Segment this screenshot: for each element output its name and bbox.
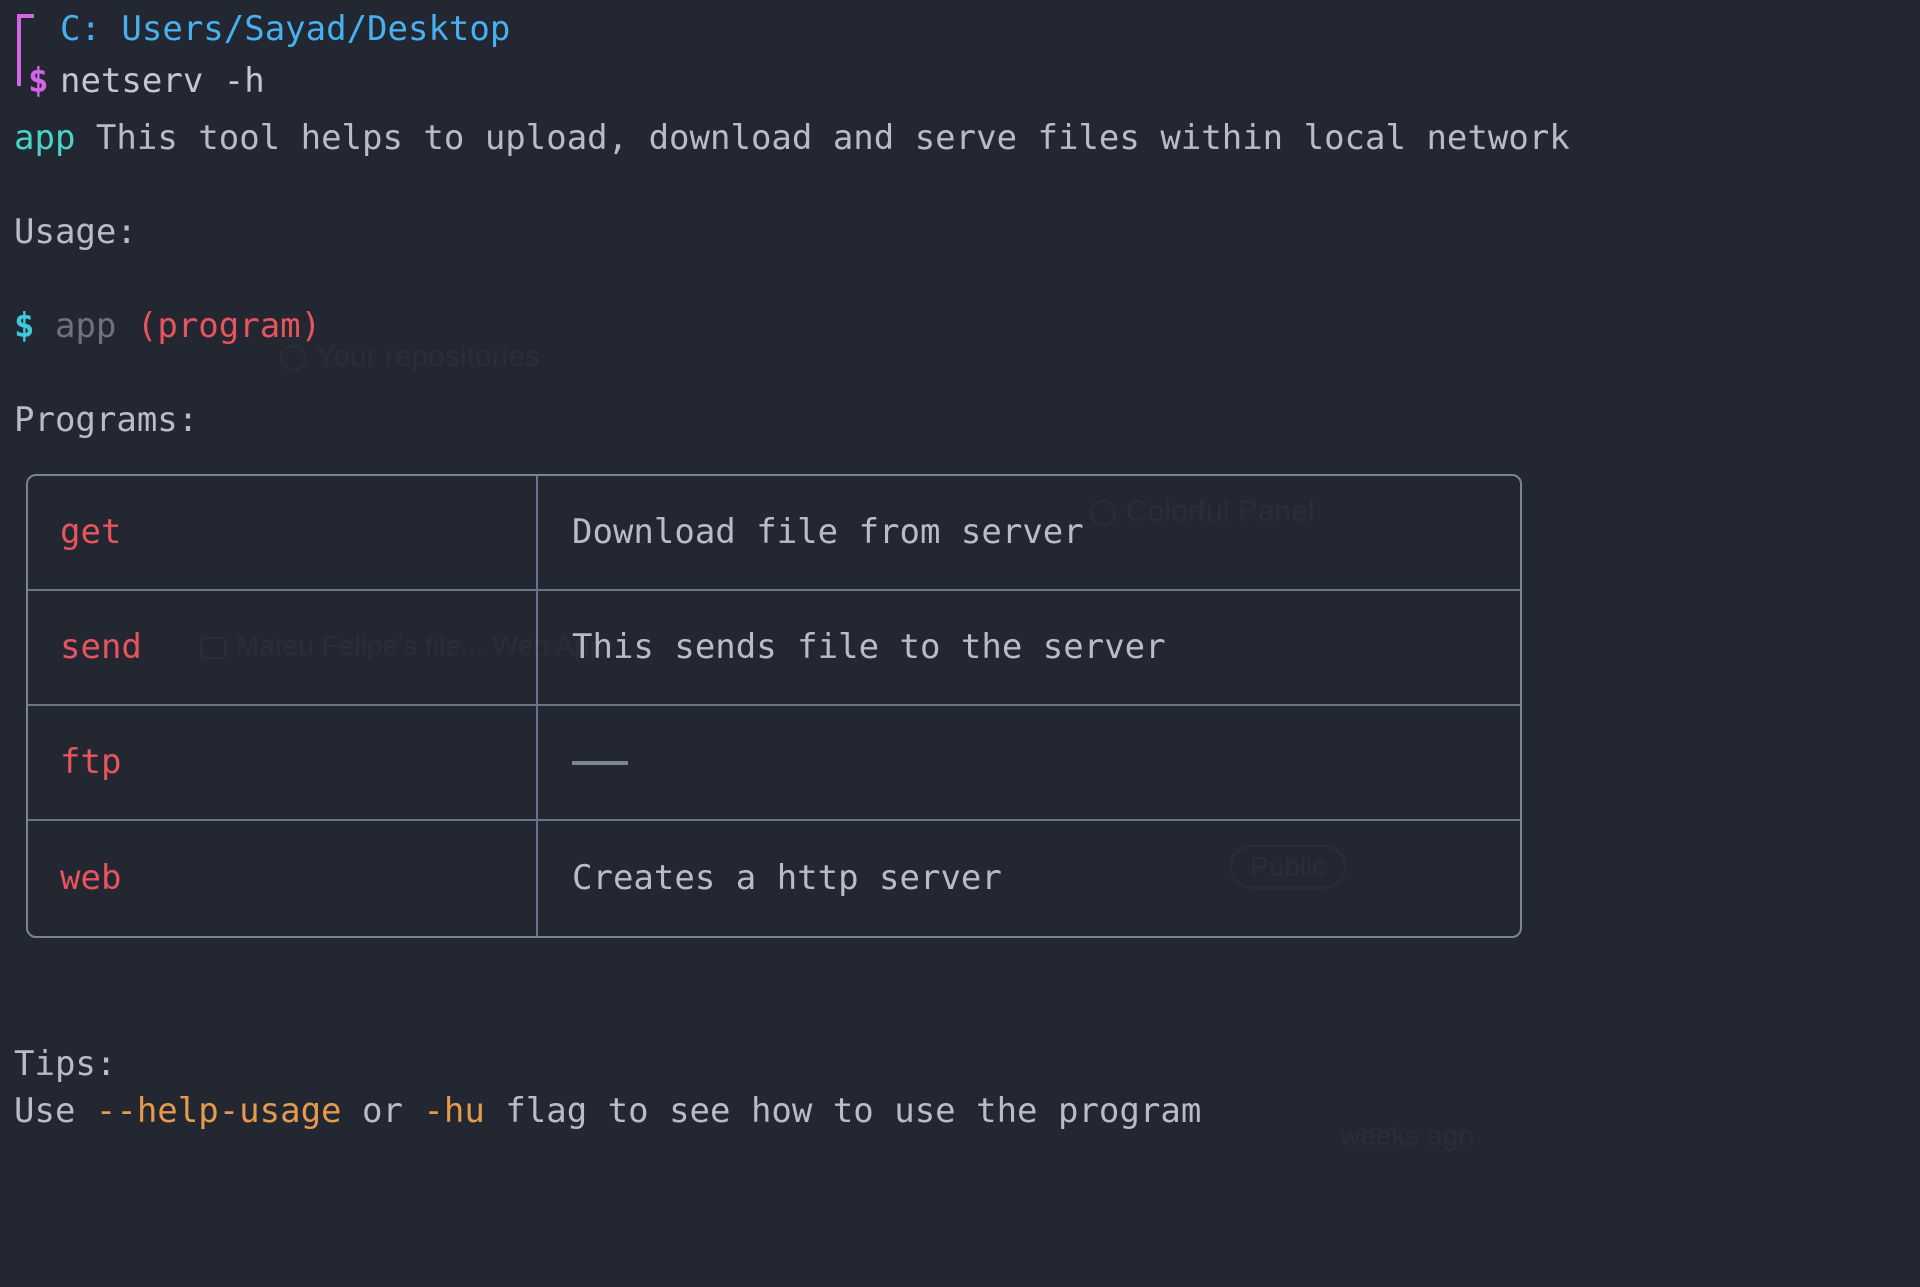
program-name-cell: web <box>28 821 538 936</box>
program-name-cell: send <box>28 591 538 704</box>
tip-or: or <box>341 1091 424 1131</box>
tip-prefix: Use <box>14 1091 96 1131</box>
usage-example-row: $ app (program) <box>0 303 1920 350</box>
prompt-command: netserv -h <box>60 61 265 101</box>
tip-flag-short: -hu <box>423 1091 485 1131</box>
table-row[interactable]: ftp <box>28 706 1520 821</box>
program-description-cell: This sends file to the server <box>572 627 1166 667</box>
table-row[interactable]: web Creates a http server <box>28 821 1520 936</box>
usage-program-token: (program) <box>136 306 322 346</box>
usage-app-token: app <box>54 306 117 346</box>
tagline-spacer <box>75 115 95 162</box>
app-name: app <box>14 118 76 158</box>
usage-gap-2 <box>116 303 136 350</box>
table-row[interactable]: get Download file from server <box>28 476 1520 591</box>
prompt-path: C: Users/Sayad/Desktop <box>60 8 511 49</box>
empty-description-dash-icon <box>572 760 628 765</box>
program-description-cell: Creates a http server <box>572 858 1002 898</box>
program-name: send <box>60 627 142 667</box>
program-description-cell: Download file from server <box>572 512 1084 552</box>
prompt-sigil: $ <box>28 61 49 101</box>
tips-text-row: Use --help-usage or -hu flag to see how … <box>0 1088 1920 1135</box>
program-description-cell <box>538 706 1520 819</box>
program-name: ftp <box>60 742 122 782</box>
program-name: get <box>60 512 122 552</box>
prompt-command-row[interactable]: $ netserv -h <box>14 58 1920 115</box>
prompt-vertical-rule <box>17 14 21 86</box>
app-tagline: This tool helps to upload, download and … <box>95 118 1570 158</box>
app-tagline-row: app This tool helps to upload, download … <box>0 115 1920 162</box>
tip-suffix: flag to see how to use the program <box>484 1091 1202 1131</box>
tip-flag-long: --help-usage <box>95 1091 342 1131</box>
terminal-window[interactable]: C: Users/Sayad/Desktop $ netserv -h app T… <box>0 0 1920 1287</box>
table-row[interactable]: send This sends file to the server <box>28 591 1520 706</box>
usage-gap-1 <box>34 303 54 350</box>
program-name-cell: ftp <box>28 706 538 819</box>
program-name: web <box>60 858 122 898</box>
programs-label: Programs: <box>14 400 199 440</box>
shell-prompt: C: Users/Sayad/Desktop $ netserv -h <box>0 0 1920 115</box>
programs-table: get Download file from server send This … <box>26 474 1522 938</box>
tips-label: Tips: <box>14 1044 117 1084</box>
usage-dollar-sigil: $ <box>14 306 35 346</box>
prompt-path-row: C: Users/Sayad/Desktop <box>14 0 1920 58</box>
program-name-cell: get <box>28 476 538 589</box>
usage-label: Usage: <box>14 212 137 252</box>
